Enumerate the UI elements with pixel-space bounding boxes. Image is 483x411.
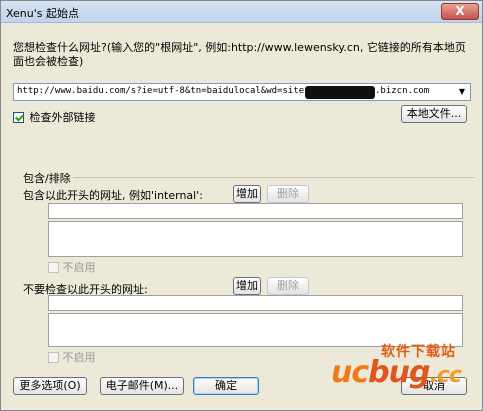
url-value-suffix: .bizcn.com — [375, 86, 430, 96]
more-options-button[interactable]: 更多选项(O) — [13, 377, 87, 395]
watermark-brand: ucbug.cc — [331, 355, 462, 390]
dropdown-arrow-icon[interactable]: ▼ — [454, 84, 470, 100]
close-button[interactable]: X — [441, 3, 479, 20]
include-disable-checkbox[interactable] — [48, 261, 59, 273]
include-list[interactable] — [48, 221, 463, 257]
ok-button[interactable]: 确定 — [193, 377, 259, 395]
include-label: 包含以此开头的网址, 例如'internal': — [23, 189, 203, 202]
redacted-block — [305, 86, 375, 99]
url-combobox[interactable]: http://www.baidu.com/s?ie=utf-8&tn=baidu… — [13, 83, 471, 101]
include-add-button[interactable]: 增加 — [233, 185, 261, 203]
watermark-bug: bug — [368, 355, 430, 390]
title-bar[interactable]: Xenu's 起始点 X — [1, 1, 482, 23]
group-title: 包含/排除 — [21, 170, 73, 186]
email-button[interactable]: 电子邮件(M)... — [100, 377, 184, 395]
exclude-add-button[interactable]: 增加 — [233, 277, 261, 295]
include-input[interactable] — [48, 203, 463, 219]
window-title: Xenu's 起始点 — [6, 7, 80, 20]
local-file-button[interactable]: 本地文件... — [401, 105, 467, 123]
watermark-cc: .cc — [429, 363, 461, 388]
exclude-disable-label: 不启用 — [62, 351, 96, 364]
include-delete-button[interactable]: 删除 — [267, 185, 309, 203]
check-external-option[interactable]: 检查外部链接 — [13, 109, 96, 125]
check-external-checkbox[interactable] — [13, 111, 24, 123]
include-disable-label: 不启用 — [62, 261, 96, 274]
exclude-disable-option[interactable]: 不启用 — [48, 349, 96, 365]
group-border — [21, 177, 475, 178]
include-disable-option[interactable]: 不启用 — [48, 259, 96, 275]
exclude-disable-checkbox[interactable] — [48, 351, 59, 363]
dialog-window: Xenu's 起始点 X 您想检查什么网址?(输入您的"根网址", 例如:htt… — [0, 0, 483, 411]
check-external-label: 检查外部链接 — [29, 111, 96, 124]
site-watermark-logo: 软件下载站 ucbug.cc — [331, 341, 481, 401]
url-value-prefix: http://www.baidu.com/s?ie=utf-8&tn=baidu… — [17, 86, 305, 96]
exclude-input[interactable] — [48, 295, 463, 311]
intro-text: 您想检查什么网址?(输入您的"根网址", 例如:http://www.lewen… — [13, 41, 466, 68]
exclude-delete-button[interactable]: 删除 — [267, 277, 309, 295]
watermark-uc: uc — [331, 355, 369, 390]
